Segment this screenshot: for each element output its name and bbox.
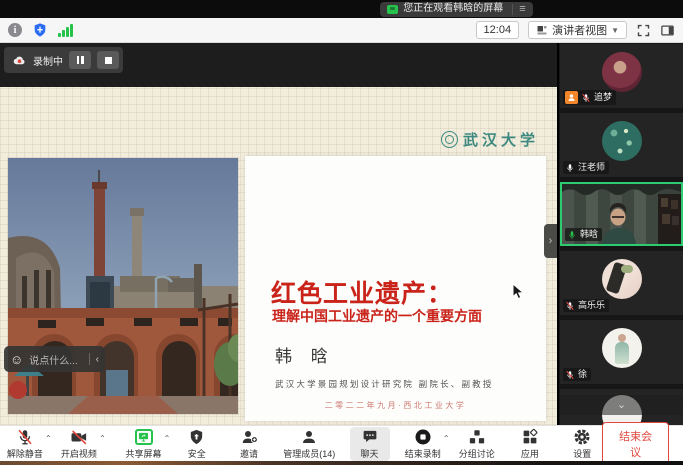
avatar <box>602 328 642 368</box>
apps-button[interactable]: 应用 <box>510 427 550 461</box>
members-icon <box>300 428 318 446</box>
participant-tile[interactable]: 徐 <box>560 320 683 384</box>
chat-bubble-icon <box>361 428 379 445</box>
security-button[interactable]: 安全 <box>177 427 217 461</box>
chat-placeholder[interactable]: 说点什么... <box>29 352 82 367</box>
slide-affiliation: 武汉大学景园规划设计研究院 副院长、副教授 <box>275 378 494 390</box>
emoji-icon[interactable]: ☺ <box>10 353 23 366</box>
start-video-button[interactable]: 开启视频 ⌃ <box>58 427 100 461</box>
breakout-rooms-button[interactable]: 分组讨论 <box>456 427 498 461</box>
slide-title-panel: 红色工业遗产： 理解中国工业遗产的一个重要方面 韩 晗 武汉大学景园规划设计研究… <box>245 156 546 421</box>
chevron-down-icon: ▼ <box>611 26 619 35</box>
university-logo: 武汉大学 <box>441 129 539 150</box>
participant-name: 汪老师 <box>578 162 605 173</box>
screen-share-active-icon <box>135 429 153 445</box>
invite-button[interactable]: 邀请 <box>229 427 269 461</box>
top-status-bar: 您正在观看韩晗的屏幕 ≡ <box>0 0 683 18</box>
slide-footnote: 二零二二年九月·西北工业大学 <box>245 400 546 411</box>
bottom-toolbar: 解除静音 ⌃ 开启视频 ⌃ 共享屏幕 ⌃ 安全 <box>0 425 683 461</box>
breakout-icon <box>468 428 486 446</box>
recording-label: 录制中 <box>33 53 63 68</box>
layout-icon <box>536 24 548 36</box>
university-logo-text: 武汉大学 <box>463 129 539 150</box>
sidebar-collapse-handle[interactable]: › <box>544 224 557 258</box>
desktop-edge-strip <box>0 461 683 465</box>
stop-recording-toolbar-button[interactable]: 结束录制 ⌃ <box>402 427 444 461</box>
meeting-app-window: 您正在观看韩晗的屏幕 ≡ i 12:04 演讲者视图 ▼ 录制中 <box>0 0 683 465</box>
university-emblem-icon <box>441 131 458 148</box>
watching-screen-pill[interactable]: 您正在观看韩晗的屏幕 ≡ <box>380 2 532 17</box>
scroll-more-participants[interactable]: ⌄ <box>560 395 683 415</box>
security-shield-icon[interactable] <box>32 22 48 38</box>
shield-icon <box>188 428 205 446</box>
chevron-up-icon[interactable]: ⌃ <box>99 434 106 443</box>
participant-tile[interactable]: 高乐乐 <box>560 251 683 315</box>
share-screen-button[interactable]: 共享屏幕 ⌃ <box>123 427 165 461</box>
host-badge-icon <box>565 91 578 104</box>
participant-tile[interactable]: 汪老师 <box>560 113 683 177</box>
slide-title: 红色工业遗产： <box>271 274 453 310</box>
camera-off-icon <box>69 428 89 446</box>
window-menu-bar: i 12:04 演讲者视图 ▼ <box>0 18 683 43</box>
participant-tile-active-speaker[interactable]: 韩晗 <box>560 182 683 246</box>
participant-tile[interactable]: 追梦 <box>560 44 683 108</box>
unmute-button[interactable]: 解除静音 ⌃ <box>4 427 46 461</box>
avatar <box>602 52 642 92</box>
network-signal-icon[interactable] <box>58 24 73 37</box>
mic-muted-icon <box>581 93 591 103</box>
divider <box>89 353 90 365</box>
participant-name: 高乐乐 <box>578 300 605 311</box>
pill-menu-icon[interactable]: ≡ <box>512 4 525 15</box>
pause-recording-button[interactable] <box>69 51 91 69</box>
participant-name: 徐 <box>578 369 587 380</box>
chevron-up-icon[interactable]: ⌃ <box>164 434 171 443</box>
view-mode-button[interactable]: 演讲者视图 ▼ <box>528 21 627 39</box>
chevron-up-icon[interactable]: ⌃ <box>443 434 450 443</box>
slide-author: 韩 晗 <box>275 342 335 367</box>
end-meeting-button[interactable]: 结束会议 <box>602 422 669 465</box>
mic-muted-icon <box>565 301 575 311</box>
stop-record-icon <box>414 428 432 446</box>
participant-name: 韩晗 <box>580 229 598 240</box>
gear-icon <box>573 428 591 446</box>
avatar <box>602 259 642 299</box>
mic-muted-icon <box>565 370 575 380</box>
screen-share-icon <box>387 5 398 14</box>
manage-members-button[interactable]: 管理成员(14) <box>281 427 337 461</box>
stop-recording-button[interactable] <box>97 51 119 69</box>
fullscreen-icon[interactable] <box>636 23 651 38</box>
view-mode-label: 演讲者视图 <box>552 22 607 38</box>
participant-name: 追梦 <box>594 92 612 103</box>
presentation-slide: 武汉大学 <box>0 87 557 425</box>
invite-person-icon <box>240 428 259 446</box>
participants-sidebar: 追梦 汪老师 <box>557 43 683 425</box>
cloud-recording-icon <box>12 54 27 66</box>
chevron-up-icon[interactable]: ⌃ <box>45 434 52 443</box>
shared-screen-area: 录制中 武汉大学 <box>0 43 557 425</box>
chat-quick-input[interactable]: ☺ 说点什么... ‹ <box>4 346 105 372</box>
slide-subtitle: 理解中国工业遗产的一个重要方面 <box>272 306 482 326</box>
chevron-down-icon: ⌄ <box>617 400 626 411</box>
recording-bar: 录制中 <box>4 47 123 73</box>
mouse-cursor <box>512 283 525 300</box>
avatar <box>602 121 642 161</box>
chat-button[interactable]: 聊天 <box>350 427 390 461</box>
mic-on-icon <box>565 163 575 173</box>
apps-grid-icon <box>521 428 539 446</box>
settings-button[interactable]: 设置 <box>562 427 602 461</box>
collapse-chat-icon[interactable]: ‹ <box>96 354 99 365</box>
mic-muted-icon <box>16 428 34 446</box>
meeting-time: 12:04 <box>476 21 520 39</box>
mic-speaking-icon <box>567 230 577 240</box>
side-panel-icon[interactable] <box>660 23 675 38</box>
watching-text: 您正在观看韩晗的屏幕 <box>403 4 503 14</box>
info-icon[interactable]: i <box>8 23 22 37</box>
industrial-heritage-photo <box>8 158 238 414</box>
